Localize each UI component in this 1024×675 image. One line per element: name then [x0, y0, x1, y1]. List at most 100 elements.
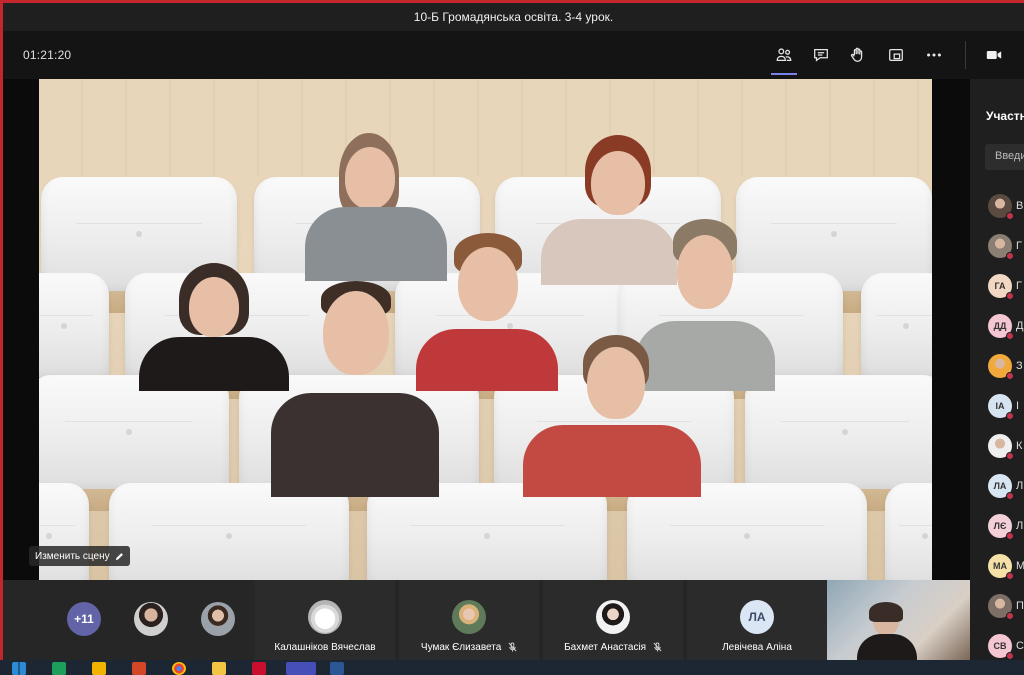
status-indicator: [1006, 572, 1014, 580]
word-icon[interactable]: [330, 662, 344, 675]
participant-name-row: Бахмет Анастасія: [543, 642, 683, 653]
status-indicator: [1006, 652, 1014, 660]
participant-list-name: С: [1016, 640, 1024, 652]
participant-tile[interactable]: Чумак Єлизавета: [399, 580, 539, 660]
participant-initials-avatar: ГА: [988, 274, 1014, 300]
os-taskbar: [0, 660, 1024, 675]
participant-list-name: З: [1016, 360, 1023, 372]
mic-off-icon: [653, 642, 662, 652]
excel-icon[interactable]: [52, 662, 66, 675]
controls-separator: [965, 41, 966, 69]
participant-list-item[interactable]: СВ С: [988, 634, 1024, 660]
participant-tile[interactable]: ЛА Левічева Аліна: [687, 580, 827, 660]
share-tray-button[interactable]: [883, 43, 909, 67]
participants-panel-title: Участни: [986, 109, 1024, 123]
participants-search-input[interactable]: Введи: [985, 144, 1024, 170]
status-indicator: [1006, 212, 1014, 220]
seat: [39, 273, 109, 383]
participant-list-item[interactable]: З: [988, 354, 1024, 380]
meeting-timer: 01:21:20: [23, 48, 72, 62]
self-video-preview[interactable]: [827, 580, 970, 660]
participant-avatar[interactable]: [201, 602, 235, 636]
participant-initials-avatar: ЛА: [988, 474, 1014, 500]
participant-list-name: К: [1016, 440, 1023, 452]
participant-list-name: Г: [1016, 240, 1022, 252]
participant-photo-avatar: [988, 594, 1014, 620]
app-icon[interactable]: [92, 662, 106, 675]
raise-hand-button[interactable]: [845, 43, 871, 67]
participant-list-item[interactable]: В: [988, 194, 1024, 220]
participant-list-name: Д: [1016, 320, 1024, 332]
chrome-icon[interactable]: [172, 662, 186, 675]
participant-list-name: П: [1016, 600, 1024, 612]
participant-list-name: М: [1016, 560, 1024, 572]
status-indicator: [1006, 372, 1014, 380]
status-indicator: [1006, 492, 1014, 500]
more-participants-button[interactable]: +11: [67, 602, 101, 636]
meeting-controls-bar: 01:21:20: [3, 31, 1024, 79]
participant-avatar: [452, 600, 486, 634]
more-options-icon: [927, 53, 941, 57]
windows-start-icon[interactable]: [12, 662, 26, 675]
mic-off-icon: [508, 642, 517, 652]
wall-panel: [39, 79, 932, 175]
change-scene-button[interactable]: Изменить сцену: [29, 546, 130, 566]
seat: [367, 483, 607, 580]
pencil-icon: [115, 552, 123, 560]
show-chat-button[interactable]: [808, 43, 834, 67]
participant-initials-avatar: МА: [988, 554, 1014, 580]
scene-participant: [271, 281, 439, 497]
participant-name: Бахмет Анастасія: [564, 642, 647, 653]
participants-panel: Участни Введи ВГГАГДДДЗІАІКЛАЛЛЄЛМАМПСВС: [970, 79, 1024, 660]
participant-list-item[interactable]: К: [988, 434, 1024, 460]
status-indicator: [1006, 612, 1014, 620]
participant-name: Чумак Єлизавета: [420, 642, 502, 653]
participant-initials-avatar: ІА: [988, 394, 1014, 420]
raise-hand-icon: [850, 47, 863, 62]
seat: [885, 483, 932, 580]
participant-avatar[interactable]: [134, 602, 168, 636]
dog-avatar: [308, 600, 342, 634]
meeting-title: 10-Б Громадянська освіта. 3-4 урок.: [413, 10, 614, 24]
participant-list-item[interactable]: П: [988, 594, 1024, 620]
participant-list-item[interactable]: ДД Д: [988, 314, 1024, 340]
participant-list-item[interactable]: Г: [988, 234, 1024, 260]
participant-initials-avatar: ЛЄ: [988, 514, 1014, 540]
participant-tile[interactable]: Калашніков Вячеслав: [255, 580, 395, 660]
status-indicator: [1006, 332, 1014, 340]
show-participants-button[interactable]: [771, 43, 797, 75]
participant-list-name: І: [1016, 400, 1020, 412]
participant-list-item[interactable]: ІА І: [988, 394, 1024, 420]
seat: [39, 375, 229, 495]
participant-list-item[interactable]: ГА Г: [988, 274, 1024, 300]
more-options-button[interactable]: [921, 43, 947, 67]
participant-strip: +11 Калашніков Вячеслав Чумак Єлизавета …: [3, 580, 970, 660]
participant-initials-avatar: ДД: [988, 314, 1014, 340]
status-indicator: [1006, 252, 1014, 260]
participant-photo-avatar: [988, 234, 1014, 260]
participants-icon: [776, 48, 792, 62]
participant-list-name: Л: [1016, 520, 1024, 532]
participant-list-name: Г: [1016, 280, 1022, 292]
participant-tile[interactable]: Бахмет Анастасія: [543, 580, 683, 660]
participant-list-item[interactable]: МА М: [988, 554, 1024, 580]
chat-icon: [814, 48, 828, 62]
scene-participant: [523, 335, 701, 497]
participant-list-name: Л: [1016, 480, 1024, 492]
teams-icon[interactable]: [286, 662, 316, 675]
participant-list-item[interactable]: ЛА Л: [988, 474, 1024, 500]
file-explorer-icon[interactable]: [212, 662, 226, 675]
share-tray-icon: [889, 48, 903, 62]
change-scene-label: Изменить сцену: [35, 550, 110, 562]
seat: [861, 273, 932, 383]
participant-initials-avatar: СВ: [988, 634, 1014, 660]
powerpoint-icon[interactable]: [132, 662, 146, 675]
seat: [745, 375, 932, 495]
status-indicator: [1006, 452, 1014, 460]
status-indicator: [1006, 292, 1014, 300]
app-icon[interactable]: [252, 662, 266, 675]
participant-name: Левічева Аліна: [722, 642, 792, 653]
camera-toggle-button[interactable]: [981, 43, 1007, 67]
participant-list-item[interactable]: ЛЄ Л: [988, 514, 1024, 540]
participant-list-name: В: [1016, 200, 1024, 212]
